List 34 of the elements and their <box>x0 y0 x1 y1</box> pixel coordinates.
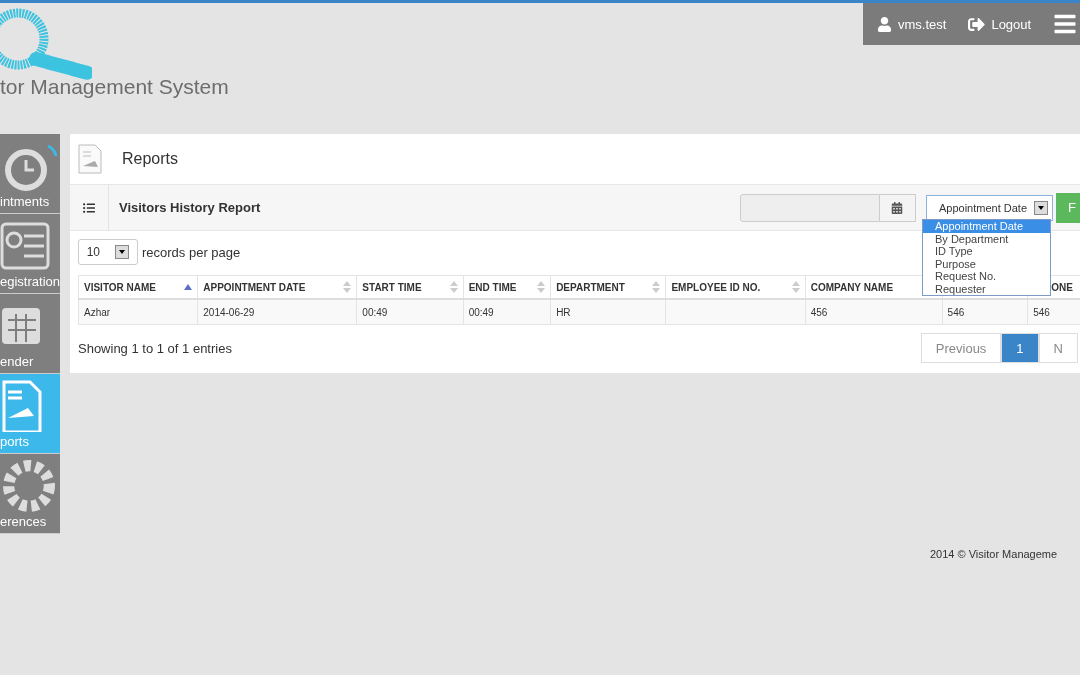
footer-text: 2014 © Visitor Manageme <box>930 548 1058 560</box>
logo-text: tor Management System <box>0 75 229 99</box>
table-cell: HR <box>550 299 666 325</box>
caret-icon <box>119 250 126 254</box>
page-link[interactable]: Previous <box>920 333 1002 363</box>
sidebar-item[interactable]: ender <box>0 294 60 374</box>
user-link[interactable]: vms.test <box>877 16 947 32</box>
sidebar-item[interactable]: egistration <box>0 214 60 294</box>
table-cell: 456 <box>805 299 943 325</box>
logout-link[interactable]: Logout <box>968 15 1032 33</box>
table-cell: 00:49 <box>463 299 551 325</box>
page-link[interactable]: 1 <box>1001 333 1039 363</box>
gear-icon <box>0 460 58 512</box>
date-field[interactable] <box>740 193 880 222</box>
sidebar-item[interactable]: erences <box>0 454 60 534</box>
page-size-label: records per page <box>142 244 241 260</box>
menu-icon[interactable] <box>1053 12 1078 36</box>
table-cell: Azhar <box>78 299 198 325</box>
page-size-select[interactable]: 10 <box>78 239 138 265</box>
user-icon <box>877 16 892 32</box>
caret-icon <box>1038 205 1044 210</box>
sidebar-item[interactable]: intments <box>0 134 60 214</box>
calendar-icon <box>891 201 904 214</box>
report-icon <box>78 144 102 174</box>
report-title: Visitors History Report <box>119 200 262 215</box>
page-link[interactable]: N <box>1038 333 1078 363</box>
table-cell: 00:49 <box>356 299 464 325</box>
page-title: Reports <box>122 150 178 168</box>
calendar-button[interactable] <box>880 193 916 222</box>
entries-info: Showing 1 to 1 of 1 entries <box>78 340 232 356</box>
logout-icon <box>968 15 986 33</box>
filter-select[interactable]: Appointment Date <box>926 194 1053 221</box>
table-cell: 546 <box>942 299 1028 325</box>
table-cell: 2014-06-29 <box>197 299 357 325</box>
